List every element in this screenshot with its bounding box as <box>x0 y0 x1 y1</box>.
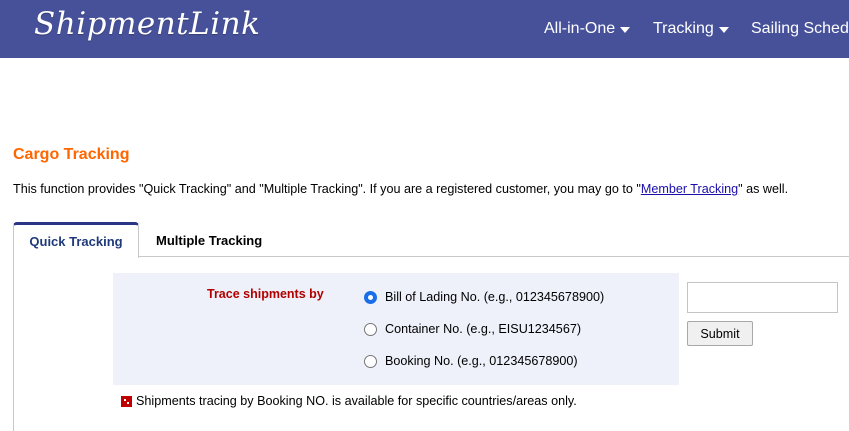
nav-all-in-one[interactable]: All-in-One <box>544 0 631 58</box>
option-container-no[interactable]: Container No. (e.g., EISU1234567) <box>364 322 581 336</box>
bill-of-lading-label: Bill of Lading No. (e.g., 012345678900) <box>385 290 605 304</box>
nav-all-in-one-label: All-in-One <box>544 20 616 37</box>
intro-text: This function provides "Quick Tracking" … <box>13 182 788 196</box>
red-square-icon <box>121 395 132 407</box>
intro-text-before: This function provides "Quick Tracking" … <box>13 182 641 196</box>
nav-sailing-schedule[interactable]: Sailing Sched <box>751 0 849 58</box>
container-no-radio[interactable] <box>364 322 377 336</box>
booking-no-label: Booking No. (e.g., 012345678900) <box>385 354 578 368</box>
caret-down-icon <box>620 27 631 33</box>
booking-note: Shipments tracing by Booking NO. is avai… <box>121 394 577 408</box>
member-tracking-link[interactable]: Member Tracking <box>641 182 738 196</box>
container-no-label: Container No. (e.g., EISU1234567) <box>385 322 582 336</box>
tab-content-border <box>13 257 14 431</box>
booking-note-text: Shipments tracing by Booking NO. is avai… <box>136 394 577 408</box>
tab-multiple-tracking[interactable]: Multiple Tracking <box>156 224 262 256</box>
option-booking-no[interactable]: Booking No. (e.g., 012345678900) <box>364 354 578 368</box>
caret-down-icon <box>718 27 729 33</box>
nav-tracking[interactable]: Tracking <box>653 0 729 58</box>
option-bill-of-lading[interactable]: Bill of Lading No. (e.g., 012345678900) <box>364 290 604 304</box>
nav-sailing-schedule-label: Sailing Sched <box>751 20 849 37</box>
nav-tracking-label: Tracking <box>653 20 714 37</box>
top-navigation-bar: ShipmentLink All-in-One Tracking Sailing… <box>0 0 849 58</box>
bill-of-lading-radio[interactable] <box>364 290 377 304</box>
page-title: Cargo Tracking <box>13 146 130 163</box>
tracking-number-input[interactable] <box>687 282 838 313</box>
shipmentlink-logo[interactable]: ShipmentLink <box>34 6 260 42</box>
tab-quick-tracking[interactable]: Quick Tracking <box>13 222 139 258</box>
booking-no-radio[interactable] <box>364 354 377 368</box>
trace-shipments-label: Trace shipments by <box>207 287 324 301</box>
intro-text-after: " as well. <box>738 182 789 196</box>
submit-button[interactable]: Submit <box>687 321 753 346</box>
